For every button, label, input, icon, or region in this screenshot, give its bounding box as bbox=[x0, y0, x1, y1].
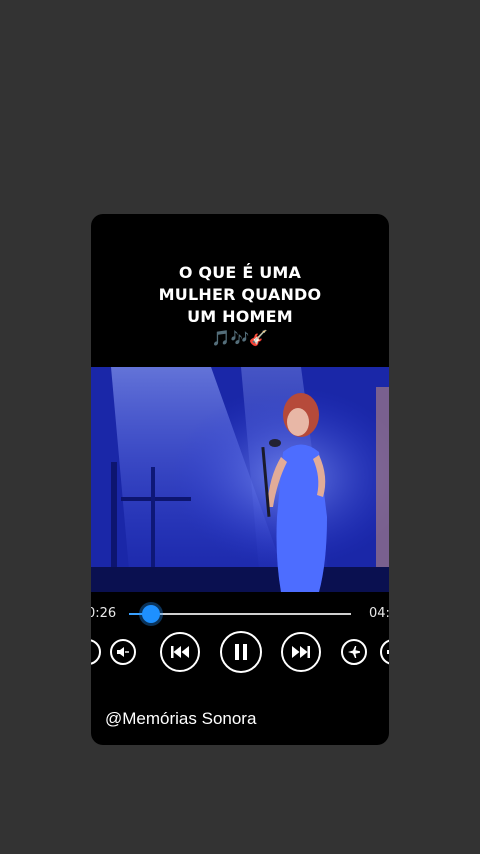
volume-mute-button[interactable] bbox=[91, 639, 101, 665]
caption-line-2: MULHER QUANDO bbox=[158, 285, 322, 304]
story-card: O QUE É UMA MULHER QUANDO UM HOMEM 🎵🎶🎸 0… bbox=[91, 214, 389, 745]
caption-line-1: O QUE É UMA bbox=[178, 263, 302, 282]
previous-button[interactable] bbox=[160, 632, 200, 672]
pause-icon bbox=[235, 644, 247, 660]
video-frame[interactable] bbox=[91, 367, 389, 592]
next-icon bbox=[292, 646, 310, 658]
media-player: 0:26 04:4 bbox=[91, 592, 389, 702]
caption-line-3: UM HOMEM bbox=[187, 307, 293, 326]
previous-icon bbox=[171, 646, 189, 658]
volume-up-icon bbox=[387, 650, 389, 654]
airplane-icon bbox=[348, 646, 360, 658]
concert-scene-image bbox=[91, 367, 389, 592]
seek-bar[interactable] bbox=[129, 605, 351, 623]
pause-button[interactable] bbox=[220, 631, 262, 673]
next-button[interactable] bbox=[281, 632, 321, 672]
volume-down-icon bbox=[117, 647, 129, 657]
volume-up-button[interactable] bbox=[380, 639, 389, 665]
channel-handle: @Memórias Sonora bbox=[105, 709, 257, 728]
seek-bar-thumb[interactable] bbox=[142, 605, 160, 623]
airplane-mode-button[interactable] bbox=[341, 639, 367, 665]
caption-emojis: 🎵🎶🎸 bbox=[211, 329, 269, 347]
total-time: 04:4 bbox=[369, 606, 389, 621]
elapsed-time: 0:26 bbox=[91, 606, 117, 621]
volume-mute-icon bbox=[91, 645, 95, 659]
video-caption: O QUE É UMA MULHER QUANDO UM HOMEM 🎵🎶🎸 bbox=[91, 262, 389, 348]
volume-down-button[interactable] bbox=[110, 639, 136, 665]
